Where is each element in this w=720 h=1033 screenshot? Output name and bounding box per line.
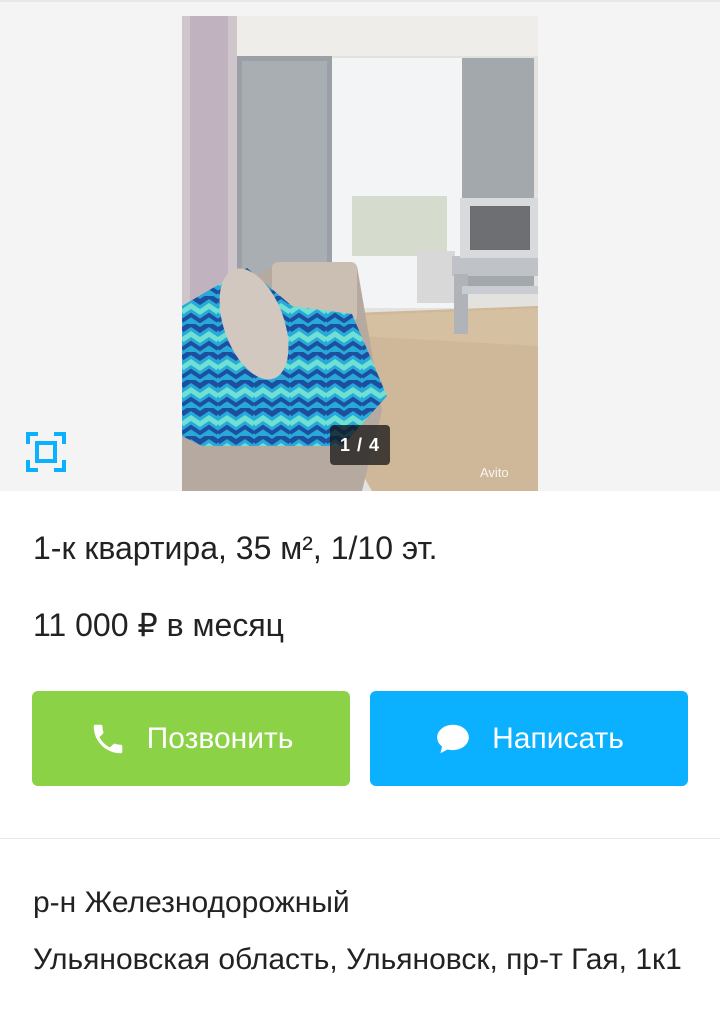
section-divider (0, 838, 720, 839)
phone-icon (89, 720, 127, 758)
call-button[interactable]: Позвонить (32, 691, 350, 786)
call-button-label: Позвонить (146, 721, 294, 755)
write-button[interactable]: Написать (370, 691, 688, 786)
listing-title: 1-к квартира, 35 м², 1/10 эт. (33, 530, 438, 566)
district-text: р-н Железнодорожный (33, 886, 350, 919)
listing-photo[interactable] (182, 16, 538, 491)
photo-gallery[interactable]: 1 / 4 Avito (0, 0, 720, 491)
listing-price: 11 000 ₽ в месяц (33, 607, 284, 643)
fullscreen-button[interactable] (22, 430, 70, 478)
watermark-text: Avito (480, 465, 509, 480)
chat-bubble-icon (434, 720, 472, 758)
listing-page: 1 / 4 Avito 1-к квартира, 35 м², 1/10 эт… (0, 0, 720, 1033)
photo-counter: 1 / 4 (330, 425, 390, 465)
watermark: Avito (480, 465, 509, 480)
write-button-label: Написать (492, 721, 624, 755)
fullscreen-icon (24, 430, 68, 479)
address-text: Ульяновская область, Ульяновск, пр-т Гая… (33, 943, 682, 976)
top-divider (0, 0, 720, 2)
